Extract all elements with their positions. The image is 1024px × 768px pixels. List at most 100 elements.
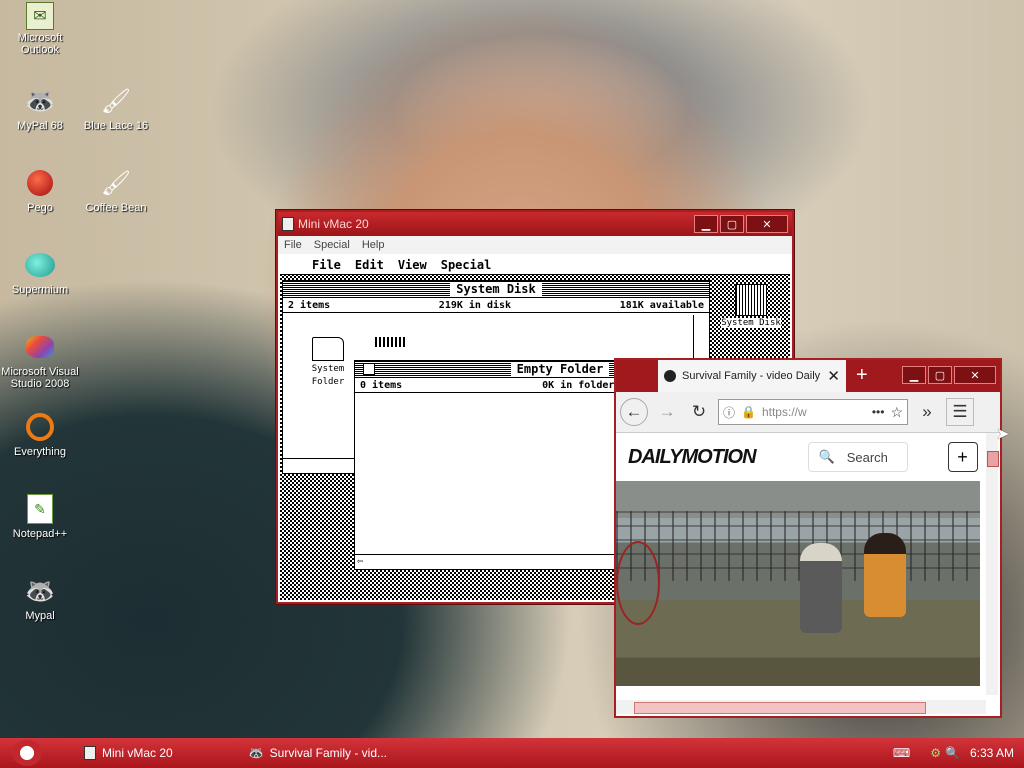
mac-menu-special[interactable]: Special xyxy=(441,258,492,272)
minivmac-menubar: File Special Help xyxy=(278,236,792,254)
task-browser[interactable]: 🦝 Survival Family - vid... xyxy=(241,742,395,764)
mac-menubar: File Edit View Special xyxy=(280,256,790,275)
system-disk-info: 2 items 219K in disk 181K available xyxy=(283,298,709,313)
folder-icon xyxy=(312,337,344,361)
system-file-icon[interactable] xyxy=(375,337,405,347)
video-person-2 xyxy=(864,533,906,617)
video-fence xyxy=(616,511,980,581)
mac-menu-file[interactable]: File xyxy=(312,258,341,272)
minimize-button[interactable]: ▁ xyxy=(694,215,718,233)
desktop-icon-label: Everything xyxy=(14,446,66,458)
folder-label: System Folder xyxy=(311,364,345,387)
disk-desktop-icon[interactable]: System Disk xyxy=(716,284,786,328)
desktop-icon-mypal[interactable]: 🦝 Mypal xyxy=(0,574,80,623)
outlook-icon: ✉ xyxy=(26,2,54,30)
close-button[interactable]: ✕ xyxy=(954,366,996,384)
menu-special[interactable]: Special xyxy=(314,239,350,251)
search-icon: 🔍 xyxy=(818,449,835,464)
minivmac-task-icon xyxy=(84,746,96,760)
scroll-thumb[interactable] xyxy=(634,702,926,714)
bookmark-star-icon[interactable]: ☆ xyxy=(890,404,903,421)
desktop-icon-coffee-bean[interactable]: 🖌 Coffee Bean xyxy=(76,166,156,215)
tab-survival-family[interactable]: Survival Family - video Daily ✕ xyxy=(658,360,846,392)
clock[interactable]: 6:33 AM xyxy=(970,746,1014,760)
mouse-cursor-icon: ➤ xyxy=(996,426,1010,443)
tab-close-icon[interactable]: ✕ xyxy=(827,367,840,385)
menu-help[interactable]: Help xyxy=(362,239,385,251)
desktop-icon-label: Blue Lace 16 xyxy=(83,120,149,132)
desktop-icon-label: Mypal xyxy=(25,610,55,622)
page-viewport[interactable]: DAILYMOTION 🔍 Search + xyxy=(616,433,986,697)
supermium-icon xyxy=(23,248,57,282)
desktop-icon-visual-studio[interactable]: Microsoft Visual Studio 2008 xyxy=(0,330,80,390)
address-bar[interactable]: ⓘ 🔒 https://w ••• ☆ xyxy=(718,399,908,425)
desktop-icon-label: Supermium xyxy=(11,284,69,296)
item-count: 0 items xyxy=(360,379,403,391)
horizontal-scrollbar[interactable] xyxy=(616,700,986,714)
maximize-button[interactable]: ▢ xyxy=(720,215,744,233)
search-tray-icon[interactable]: 🔍 xyxy=(945,746,960,760)
dailymotion-logo[interactable]: DAILYMOTION xyxy=(628,446,757,469)
disk-label: System Disk xyxy=(721,318,781,328)
tab-title: Survival Family - video Daily xyxy=(682,370,821,382)
app-icon xyxy=(282,217,294,231)
lock-icon: 🔒 xyxy=(741,405,756,419)
system-folder-icon[interactable]: System Folder xyxy=(293,337,363,387)
blue-lace-icon: 🖌 xyxy=(100,87,132,115)
url-text: https://w xyxy=(761,405,807,419)
minivmac-titlebar[interactable]: Mini vMac 20 ▁ ▢ ✕ xyxy=(278,212,792,236)
desktop-icon-label: Microsoft Visual Studio 2008 xyxy=(1,366,79,390)
task-minivmac[interactable]: Mini vMac 20 xyxy=(76,742,181,764)
maximize-button[interactable]: ▢ xyxy=(928,366,952,384)
mac-menu-edit[interactable]: Edit xyxy=(355,258,384,272)
forward-button[interactable]: → xyxy=(654,399,680,425)
close-box[interactable] xyxy=(363,363,375,375)
desktop-icon-mypal68[interactable]: 🦝 MyPal 68 xyxy=(0,84,80,133)
video-player[interactable] xyxy=(616,481,980,686)
task-label: Mini vMac 20 xyxy=(102,746,173,760)
mypal-icon: 🦝 xyxy=(25,87,55,115)
pego-icon xyxy=(23,166,57,200)
mac-menu-view[interactable]: View xyxy=(398,258,427,272)
start-button[interactable] xyxy=(12,740,42,766)
mypal-icon: 🦝 xyxy=(25,577,55,605)
reload-button[interactable]: ↻ xyxy=(686,399,712,425)
desktop-icon-notepadpp[interactable]: ✎ Notepad++ xyxy=(0,492,80,540)
scroll-left-arrow[interactable]: ⇦ xyxy=(357,556,363,567)
search-label: Search xyxy=(846,449,888,465)
desktop-icon-pego[interactable]: Pego xyxy=(0,166,80,214)
info-icon[interactable]: ⓘ xyxy=(723,404,735,421)
video-person-1 xyxy=(800,543,842,633)
browser-window[interactable]: Survival Family - video Daily ✕ + ▁ ▢ ✕ … xyxy=(614,358,1002,718)
menu-file[interactable]: File xyxy=(284,239,302,251)
back-button[interactable]: ← xyxy=(620,398,648,426)
page-actions-icon[interactable]: ••• xyxy=(872,405,885,419)
vertical-scrollbar[interactable] xyxy=(986,433,999,695)
desktop-icon-label: Notepad++ xyxy=(12,528,68,540)
site-header: DAILYMOTION 🔍 Search + xyxy=(616,433,986,481)
everything-icon xyxy=(23,410,57,444)
desktop-icon-blue-lace[interactable]: 🖌 Blue Lace 16 xyxy=(76,84,156,133)
disk-icon xyxy=(735,284,767,316)
new-tab-button[interactable]: + xyxy=(856,364,868,387)
desktop-icon-label: MyPal 68 xyxy=(17,120,63,132)
desktop-icon-label: Coffee Bean xyxy=(85,202,147,214)
desktop-icon-supermium[interactable]: Supermium xyxy=(0,248,80,296)
keyboard-tray-icon[interactable]: ⌨ xyxy=(893,746,910,760)
hamburger-menu-icon[interactable]: ☰ xyxy=(946,398,974,426)
close-button[interactable]: ✕ xyxy=(746,215,788,233)
window-title: Mini vMac 20 xyxy=(298,217,369,231)
navigation-toolbar: ← → ↻ ⓘ 🔒 https://w ••• ☆ » ☰ xyxy=(616,392,1000,433)
minimize-button[interactable]: ▁ xyxy=(902,366,926,384)
desktop-icon-everything[interactable]: Everything xyxy=(0,410,80,458)
upload-plus-button[interactable]: + xyxy=(947,442,978,472)
search-button[interactable]: 🔍 Search xyxy=(807,442,908,472)
desktop-icon-outlook[interactable]: ✉ Microsoft Outlook xyxy=(0,2,80,56)
network-tray-icon[interactable]: ⚙ xyxy=(930,746,941,760)
notepadpp-icon: ✎ xyxy=(23,492,57,526)
overflow-chevron-icon[interactable]: » xyxy=(914,399,940,425)
video-bicycle xyxy=(616,541,660,625)
folder-size: 0K in folder xyxy=(542,379,615,391)
system-disk-titlebar[interactable]: System Disk xyxy=(283,281,709,298)
scroll-thumb[interactable] xyxy=(987,451,999,467)
